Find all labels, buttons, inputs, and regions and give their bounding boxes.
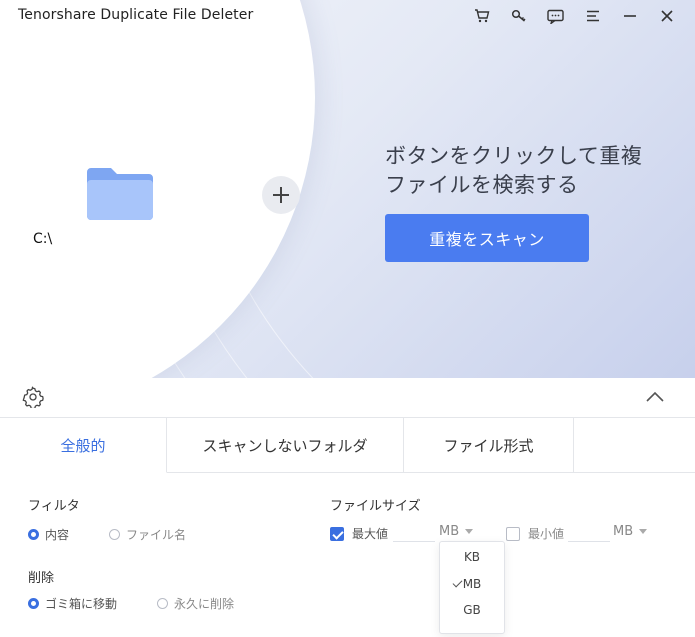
max-size-option[interactable]: 最大値 [330,525,388,542]
filter-content-option[interactable]: 内容 [28,526,69,543]
close-icon[interactable] [648,6,685,26]
scan-instruction: ボタンをクリックして重複 ファイルを検索する [385,142,685,200]
max-size-input[interactable] [393,522,435,542]
settings-tabs: 全般的 スキャンしないフォルダ ファイル形式 [0,418,695,473]
feedback-icon[interactable] [537,6,574,26]
selected-drive-label: C:\ [33,231,53,247]
add-folder-button[interactable] [262,176,300,214]
min-size-unit-value: MB [613,524,634,539]
chevron-down-icon [465,529,474,534]
plus-icon [273,187,289,203]
check-icon [452,577,463,588]
filter-filename-option[interactable]: ファイル名 [109,526,186,543]
scan-hero: Tenorshare Duplicate File Deleter C:\ ボタ… [0,0,695,378]
min-size-text: 最小値 [528,527,565,541]
cart-icon[interactable] [463,6,500,26]
tab-file-types[interactable]: ファイル形式 [404,418,574,473]
window-controls [463,6,685,26]
minimize-icon[interactable] [611,6,648,26]
key-icon[interactable] [500,6,537,26]
delete-recycle-radio[interactable] [28,598,39,609]
unit-option-kb[interactable]: KB [440,546,504,568]
filter-content-radio[interactable] [28,529,39,540]
tab-general[interactable]: 全般的 [0,418,167,473]
chevron-down-icon [639,529,648,534]
min-size-checkbox[interactable] [506,526,520,541]
delete-permanent-radio[interactable] [157,598,168,609]
settings-bar [0,378,695,418]
scan-instruction-line2: ファイルを検索する [385,173,579,197]
unit-option-mb[interactable]: MB [440,573,504,595]
app-title: Tenorshare Duplicate File Deleter [18,7,254,23]
filter-filename-text: ファイル名 [126,528,187,542]
max-size-unit-value: MB [439,524,460,539]
delete-recycle-text: ゴミ箱に移動 [45,597,118,611]
delete-label: 削除 [28,571,55,586]
folder-icon[interactable] [87,166,153,220]
min-size-unit-select[interactable]: MB [613,524,648,539]
delete-permanent-text: 永久に削除 [174,597,235,611]
scan-duplicates-button[interactable]: 重複をスキャン [385,214,589,262]
delete-recycle-option[interactable]: ゴミ箱に移動 [28,595,117,612]
max-size-checkbox[interactable] [330,526,344,541]
file-size-label: ファイルサイズ [330,499,421,514]
filter-label: フィルタ [28,499,80,514]
delete-permanent-option[interactable]: 永久に削除 [157,595,234,612]
filter-content-text: 内容 [45,528,70,542]
scan-instruction-line1: ボタンをクリックして重複 [385,144,643,168]
unit-option-gb[interactable]: GB [440,599,504,621]
min-size-option[interactable]: 最小値 [506,525,564,542]
unit-option-mb-text: MB [462,577,482,591]
max-size-text: 最大値 [352,527,389,541]
menu-icon[interactable] [574,6,611,26]
gear-icon[interactable] [22,386,44,408]
max-size-unit-select[interactable]: MB [439,524,474,539]
chevron-up-icon[interactable] [645,389,665,405]
filter-filename-radio[interactable] [109,529,120,540]
tab-excluded-folders[interactable]: スキャンしないフォルダ [167,418,404,473]
unit-dropdown-menu: KB MB GB [439,541,505,634]
min-size-input[interactable] [568,522,610,542]
